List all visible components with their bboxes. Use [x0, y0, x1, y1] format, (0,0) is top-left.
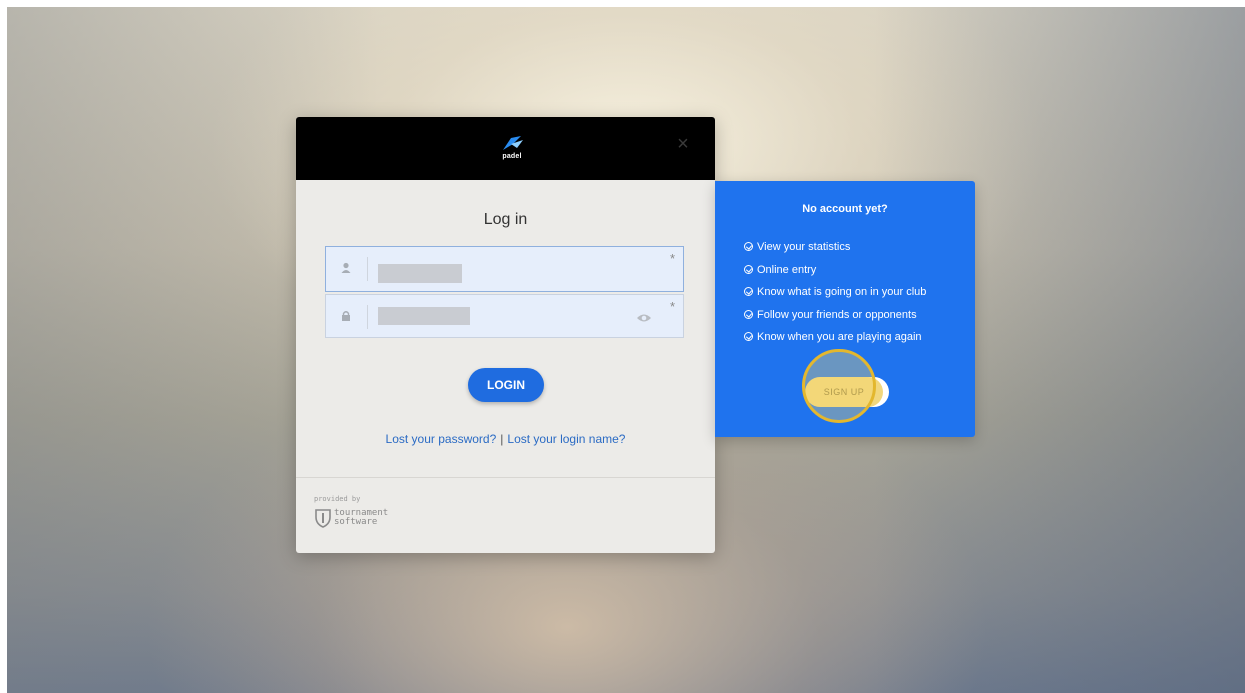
list-item: View your statistics [744, 240, 926, 263]
required-marker: * [669, 299, 675, 314]
username-value [378, 264, 462, 283]
padel-logo: padel [497, 134, 527, 164]
lost-login-name-link[interactable]: Lost your login name? [507, 432, 625, 446]
signup-title: No account yet? [802, 203, 888, 215]
user-icon [339, 261, 353, 275]
eye-icon[interactable] [636, 311, 652, 323]
check-circle-icon [744, 287, 753, 296]
lock-icon [339, 309, 353, 323]
required-marker: * [669, 251, 675, 266]
benefit-text: Know what is going on in your club [757, 286, 927, 298]
password-field[interactable]: * [325, 294, 684, 338]
list-item: Follow your friends or opponents [744, 308, 926, 331]
login-modal: padel × Log in * * LOGIN Lost your passw… [296, 117, 715, 553]
password-value [378, 307, 470, 325]
check-circle-icon [744, 309, 753, 319]
provided-by-label: provided by [314, 495, 361, 503]
list-item: Know when you are playing again [744, 330, 926, 353]
field-separator [367, 257, 368, 281]
padel-logo-icon [503, 136, 523, 150]
vendor-line-2: software [334, 517, 378, 527]
vendor-name[interactable]: tournament software [334, 509, 388, 527]
benefit-text: Know when you are playing again [757, 331, 922, 343]
page-title: Log in [483, 211, 528, 228]
close-icon[interactable]: × [675, 134, 691, 154]
recovery-links: Lost your password? | Lost your login name… [296, 432, 715, 446]
benefit-text: View your statistics [757, 241, 851, 253]
modal-header: padel × [296, 117, 715, 180]
link-separator: | [500, 432, 504, 446]
logo-text: padel [502, 153, 522, 160]
signup-panel: No account yet? View your statistics Onl… [715, 181, 975, 437]
footer-divider [296, 477, 715, 478]
benefit-text: Online entry [757, 263, 817, 276]
benefit-text: Follow your friends or opponents [757, 308, 917, 321]
sign-up-button[interactable]: SIGN UP [805, 377, 883, 407]
check-circle-icon [744, 332, 753, 341]
check-circle-icon [744, 242, 753, 251]
lost-password-link[interactable]: Lost your password? [386, 432, 497, 446]
shield-icon [314, 508, 332, 528]
username-field[interactable]: * [325, 246, 684, 292]
login-button[interactable]: LOGIN [468, 368, 544, 402]
check-circle-icon [744, 264, 753, 274]
field-separator [367, 305, 368, 329]
benefits-list: View your statistics Online entry Know w… [744, 240, 926, 353]
list-item: Online entry [744, 263, 926, 286]
list-item: Know what is going on in your club [744, 285, 926, 308]
